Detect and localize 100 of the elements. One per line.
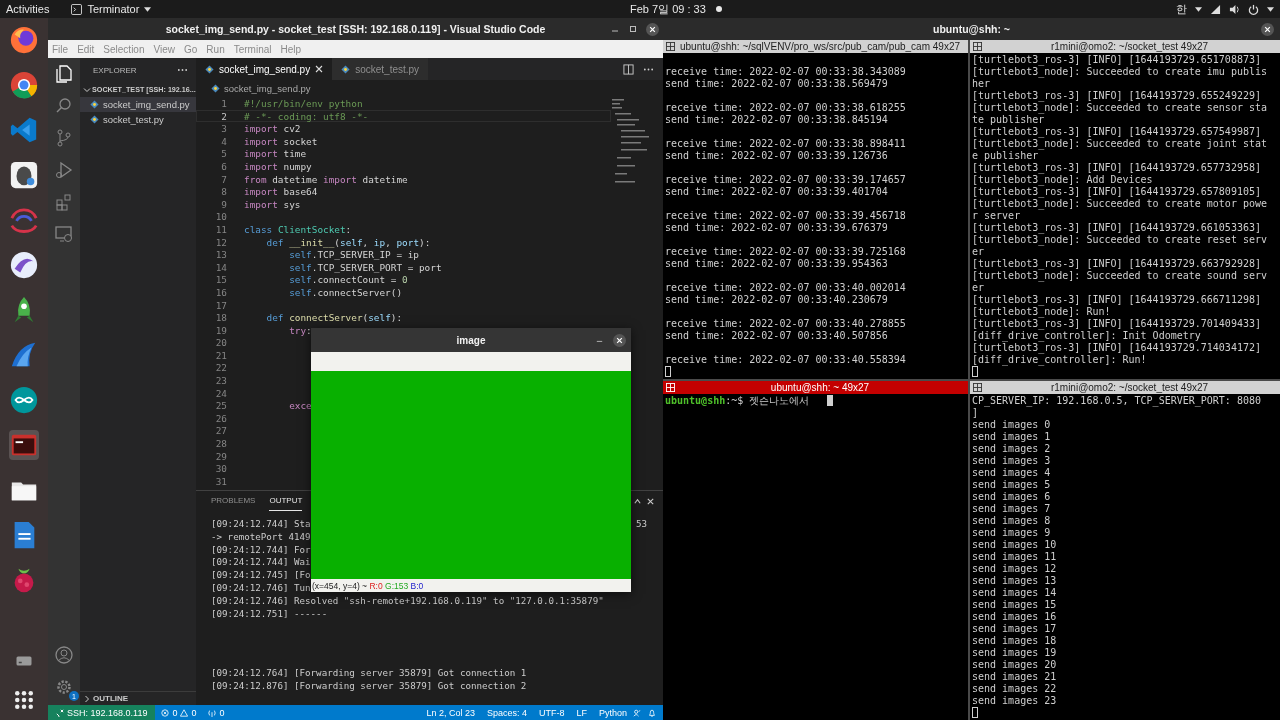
line-number: 28	[214, 438, 227, 449]
menu-item[interactable]: Selection	[103, 43, 145, 55]
terminal-line: [turtlebot3_ros-3] [INFO] [1644193729.661053363]	[972, 222, 1262, 234]
menu-item[interactable]: Help	[280, 43, 302, 55]
terminal-line: [turtlebot3_node]: Succeeded to create sensor sta	[972, 102, 1268, 114]
clock[interactable]: Feb 7일 09 : 33	[630, 1, 706, 17]
terminal-line: send images 7	[972, 503, 1052, 515]
line-number: 12	[214, 236, 227, 248]
terminal-line: [turtlebot3_node]: Succeeded to create sound serv	[972, 270, 1268, 282]
terminal-line: te publisher	[972, 114, 1046, 126]
output-line: 53	[635, 518, 647, 531]
code-line: import numpy	[244, 160, 312, 172]
line-number: 15	[214, 274, 227, 285]
terminal-line: [turtlebot3_ros-3] [INFO] [1644193729.714034172]	[972, 342, 1262, 354]
terminal-line: send images 6	[972, 491, 1052, 503]
terminal-line: send images 20	[972, 659, 1058, 671]
terminal-line: send images 2	[972, 443, 1052, 455]
terminal-line: CP_SERVER_IP: 192.168.0.5, TCP_SERVER_PORT: 8080	[972, 395, 1262, 407]
pane-title: ubuntu@shh: ~/sqlVENV/pro_ws/src/pub_cam/pub_cam 49x27	[679, 41, 961, 52]
output-line: [09:24:12.744] For	[211, 543, 311, 557]
code-line: class ClientSocket:	[244, 223, 352, 235]
output-line: [09:24:12.745] [Fo	[211, 569, 311, 582]
terminal-line: [turtlebot3_ros-3] [INFO] [1644193729.666711298]	[972, 294, 1262, 306]
line-number: 1	[220, 98, 227, 109]
indentation[interactable]: Spaces: 4	[480, 705, 533, 720]
line-number: 20	[214, 337, 227, 348]
terminal-line: [turtlebot3_ros-3] [INFO] [1644193729.651708873]	[972, 54, 1262, 66]
terminal-line: send time: 2022-02-07 00:33:38.845194	[665, 114, 889, 126]
line-number: 17	[214, 299, 227, 311]
terminal-line: send images 4	[972, 467, 1052, 479]
output-line: [09:24:12.751] ------	[211, 607, 328, 621]
terminal-line: send images 13	[972, 575, 1058, 587]
explorer-file[interactable]: socket_img_send.py	[80, 97, 196, 112]
code-line: import cv2	[244, 123, 301, 134]
code-line: self.connectServer()	[288, 286, 403, 298]
line-number: 10	[214, 211, 227, 222]
terminal-line: receive time: 2022-02-07 00:33:38.343089	[665, 66, 907, 78]
pane-title: r1mini@omo2: ~/socket_test 49x27	[1049, 382, 1210, 393]
terminal-line: send images 14	[972, 587, 1058, 599]
editor-tab[interactable]: socket_img_send.py	[196, 58, 333, 80]
panel-tab[interactable]: OUTPUT	[269, 491, 303, 511]
terminal-line: ]	[972, 407, 980, 419]
terminal-line: [turtlebot3_ros-3] [INFO] [1644193729.657809105]	[972, 186, 1262, 198]
terminal-line: [turtlebot3_node]: Run!	[972, 306, 1112, 318]
line-number: 9	[220, 198, 227, 210]
output-line: [09:24:12.744] Sta	[211, 518, 311, 531]
input-method-button[interactable]: 한	[1176, 1, 1187, 17]
line-number: 21	[214, 349, 227, 361]
terminal-line: [diff_drive_controller]: Init Odometry	[972, 330, 1202, 342]
terminal-line: send time: 2022-02-07 00:33:38.569479	[665, 78, 889, 90]
terminal-line: send images 19	[972, 647, 1058, 659]
editor-tab[interactable]: socket_test.py	[332, 58, 429, 80]
remote-indicator[interactable]: SSH: 192.168.0.119	[48, 705, 156, 720]
terminal-line: receive time: 2022-02-07 00:33:39.725168	[665, 246, 907, 258]
code-line: #!/usr/bin/env python	[244, 98, 363, 109]
line-number: 27	[214, 425, 227, 437]
code-line: try:	[288, 324, 312, 336]
pixel-readout: (x=454, y=4) ~ R:0 G:153 B:0	[312, 580, 424, 591]
code-line: self.TCP_SERVER_PORT = port	[288, 261, 442, 273]
line-number: 22	[214, 362, 227, 374]
encoding[interactable]: UTF-8	[532, 705, 571, 720]
line-number: 14	[214, 261, 227, 273]
cursor-position[interactable]: Ln 2, Col 23	[420, 705, 481, 720]
line-number: 8	[220, 186, 227, 197]
line-number: 18	[214, 312, 227, 323]
menu-item[interactable]: View	[153, 43, 175, 55]
output-line: [09:24:12.746] Resolved "ssh-remote+192.168.0.119" to "127.0.0.1:35879"	[211, 594, 604, 608]
terminal-line: receive time: 2022-02-07 00:33:38.618255	[665, 102, 907, 114]
menu-item[interactable]: Run	[206, 43, 225, 55]
line-ending[interactable]: LF	[570, 705, 593, 720]
terminal-line: send time: 2022-02-07 00:33:40.507856	[665, 330, 889, 342]
app-menu[interactable]: Terminator	[71, 3, 152, 15]
explorer-file[interactable]: socket_test.py	[80, 112, 196, 127]
code-line: from datetime import datetime	[244, 173, 408, 185]
menu-item[interactable]: Go	[184, 43, 198, 55]
menu-item[interactable]: Terminal	[233, 43, 272, 55]
language-mode[interactable]: Python	[592, 705, 633, 720]
terminal-line: send time: 2022-02-07 00:33:39.126736	[665, 150, 889, 162]
line-number: 31	[214, 475, 227, 487]
terminal-line: [turtlebot3_node]: Add Devices	[972, 174, 1154, 186]
pane-title: ubuntu@shh: ~ 49x27	[769, 382, 871, 393]
line-number: 6	[220, 160, 227, 172]
terminal-line: [turtlebot3_node]: Succeeded to create reset serv	[972, 234, 1268, 246]
panel-tab[interactable]: PROBLEMS	[211, 491, 256, 511]
ports-indicator[interactable]: 0	[202, 705, 231, 720]
code-line: import socket	[244, 135, 318, 147]
activities-button[interactable]: Activities	[6, 3, 50, 15]
breadcrumb[interactable]: socket_img_send.py	[224, 83, 311, 94]
line-number: 16	[214, 286, 227, 298]
code-line: def __init__(self, ip, port):	[265, 236, 431, 248]
sidebar-title: EXPLORER	[93, 65, 137, 75]
terminal-line: send images 16	[972, 611, 1058, 623]
problems-indicator[interactable]: 0 0	[155, 705, 203, 720]
window-title: ubuntu@shh: ~	[933, 23, 1010, 35]
menu-item[interactable]: Edit	[77, 43, 95, 55]
output-line: -> remotePort 4149	[211, 530, 311, 544]
terminal-line: receive time: 2022-02-07 00:33:39.174657	[665, 174, 907, 186]
terminal-line: [diff_drive_controller]: Run!	[972, 354, 1148, 366]
terminal-line: send images 1	[972, 431, 1052, 443]
menu-item[interactable]: File	[52, 43, 69, 55]
